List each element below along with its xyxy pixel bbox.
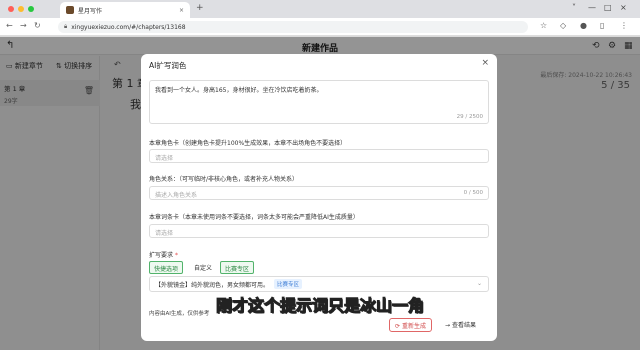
browser-toolbar: ← → ↻ 🔒︎ xingyuexiezuo.com/#/chapters/13… (0, 18, 640, 36)
lock-icon: 🔒︎ (64, 23, 68, 30)
browser-tab[interactable]: 星月写作 × (60, 2, 190, 18)
word-card-placeholder: 请选择 (155, 230, 174, 237)
relation-input[interactable]: 描述入角色关系 0 / 500 (149, 186, 489, 200)
source-content-text: 我看到一个女人。身高165，身材很好。坐在冷饮店吃着奶茶。 (155, 87, 323, 94)
tab-close-icon[interactable]: × (179, 7, 184, 14)
new-tab-button[interactable]: + (196, 3, 204, 13)
site-favicon-icon (66, 6, 74, 14)
role-card-placeholder: 请选择 (155, 155, 174, 162)
role-card-select[interactable]: 请选择 (149, 149, 489, 163)
content-char-count: 29 / 2500 (456, 114, 483, 120)
menu-kebab-icon[interactable]: ⋮ (620, 21, 628, 30)
requirement-select[interactable]: 【外貌镜金】纯外貌润色，男女频都可用。 比赛专区 ⌄ (149, 276, 489, 292)
address-bar[interactable]: 🔒︎ xingyuexiezuo.com/#/chapters/13168 (58, 21, 528, 33)
dialog-title: AI扩写润色 (149, 61, 187, 70)
source-content-textarea[interactable]: 我看到一个女人。身高165，身材很好。坐在冷饮店吃着奶茶。 29 / 2500 (149, 80, 489, 124)
tab-title: 星月写作 (78, 7, 103, 15)
minimize-icon[interactable]: — (588, 3, 596, 12)
requirement-label: 扩写要求 * (149, 250, 178, 259)
forward-icon[interactable]: → (20, 21, 27, 30)
view-result-label: 查看结果 (451, 322, 476, 329)
dialog-close-icon[interactable]: × (481, 58, 489, 68)
requirement-label-text: 扩写要求 (149, 252, 174, 259)
option-contest[interactable]: 比赛专区 (220, 261, 255, 274)
url-text: xingyuexiezuo.com/#/chapters/13168 (71, 23, 186, 31)
back-icon[interactable]: ← (6, 21, 13, 30)
option-custom[interactable]: 自定义 (190, 261, 216, 274)
word-card-label: 本章词条卡（本章未使用词条不要选择，词条太多可能会严重降低AI生成质量） (149, 214, 359, 221)
arrow-right-icon: → (445, 322, 451, 329)
video-caption: 刚才这个提示词只是冰山一角 (215, 296, 424, 316)
chevron-down-icon: ⌄ (476, 280, 482, 287)
relation-label: 角色关系：（可写临时/非核心角色，或者补充人物关系） (149, 176, 299, 183)
browser-tab-bar: 星月写作 × + ˅ — □ × (0, 0, 640, 18)
zoom-window-dot[interactable] (28, 6, 34, 12)
required-mark: * (174, 252, 178, 259)
close-icon[interactable]: × (620, 3, 627, 12)
word-card-select[interactable]: 请选择 (149, 224, 489, 238)
regenerate-button[interactable]: ⟳ 重新生成 (389, 318, 432, 332)
relation-placeholder: 描述入角色关系 (155, 192, 198, 199)
reload-icon[interactable]: ↻ (34, 21, 41, 30)
role-card-label: 本章角色卡（创建角色卡提升100%生成效果，本章不出场角色不要选择） (149, 140, 347, 147)
regenerate-label: 重新生成 (401, 323, 426, 330)
close-window-dot[interactable] (8, 6, 14, 12)
view-result-button[interactable]: → 查看结果 (445, 320, 476, 329)
contest-tag: 比赛专区 (274, 279, 303, 289)
sidebar-icon[interactable]: ▯ (600, 21, 604, 30)
minimize-window-dot[interactable] (18, 6, 24, 12)
profile-icon[interactable]: ● (580, 21, 587, 30)
relation-char-count: 0 / 500 (463, 190, 483, 196)
option-quick[interactable]: 快捷选项 (149, 261, 184, 274)
tab-list-icon[interactable]: ˅ (572, 3, 576, 12)
refresh-icon: ⟳ (395, 323, 401, 330)
mouse-pointer-icon: ☝ (257, 277, 264, 288)
requirement-selected-text: 【外貌镜金】纯外貌润色，男女频都可用。 (155, 281, 270, 289)
extensions-icon[interactable]: ◇ (560, 21, 566, 30)
maximize-icon[interactable]: □ (604, 3, 612, 12)
bookmark-star-icon[interactable]: ☆ (540, 21, 547, 30)
